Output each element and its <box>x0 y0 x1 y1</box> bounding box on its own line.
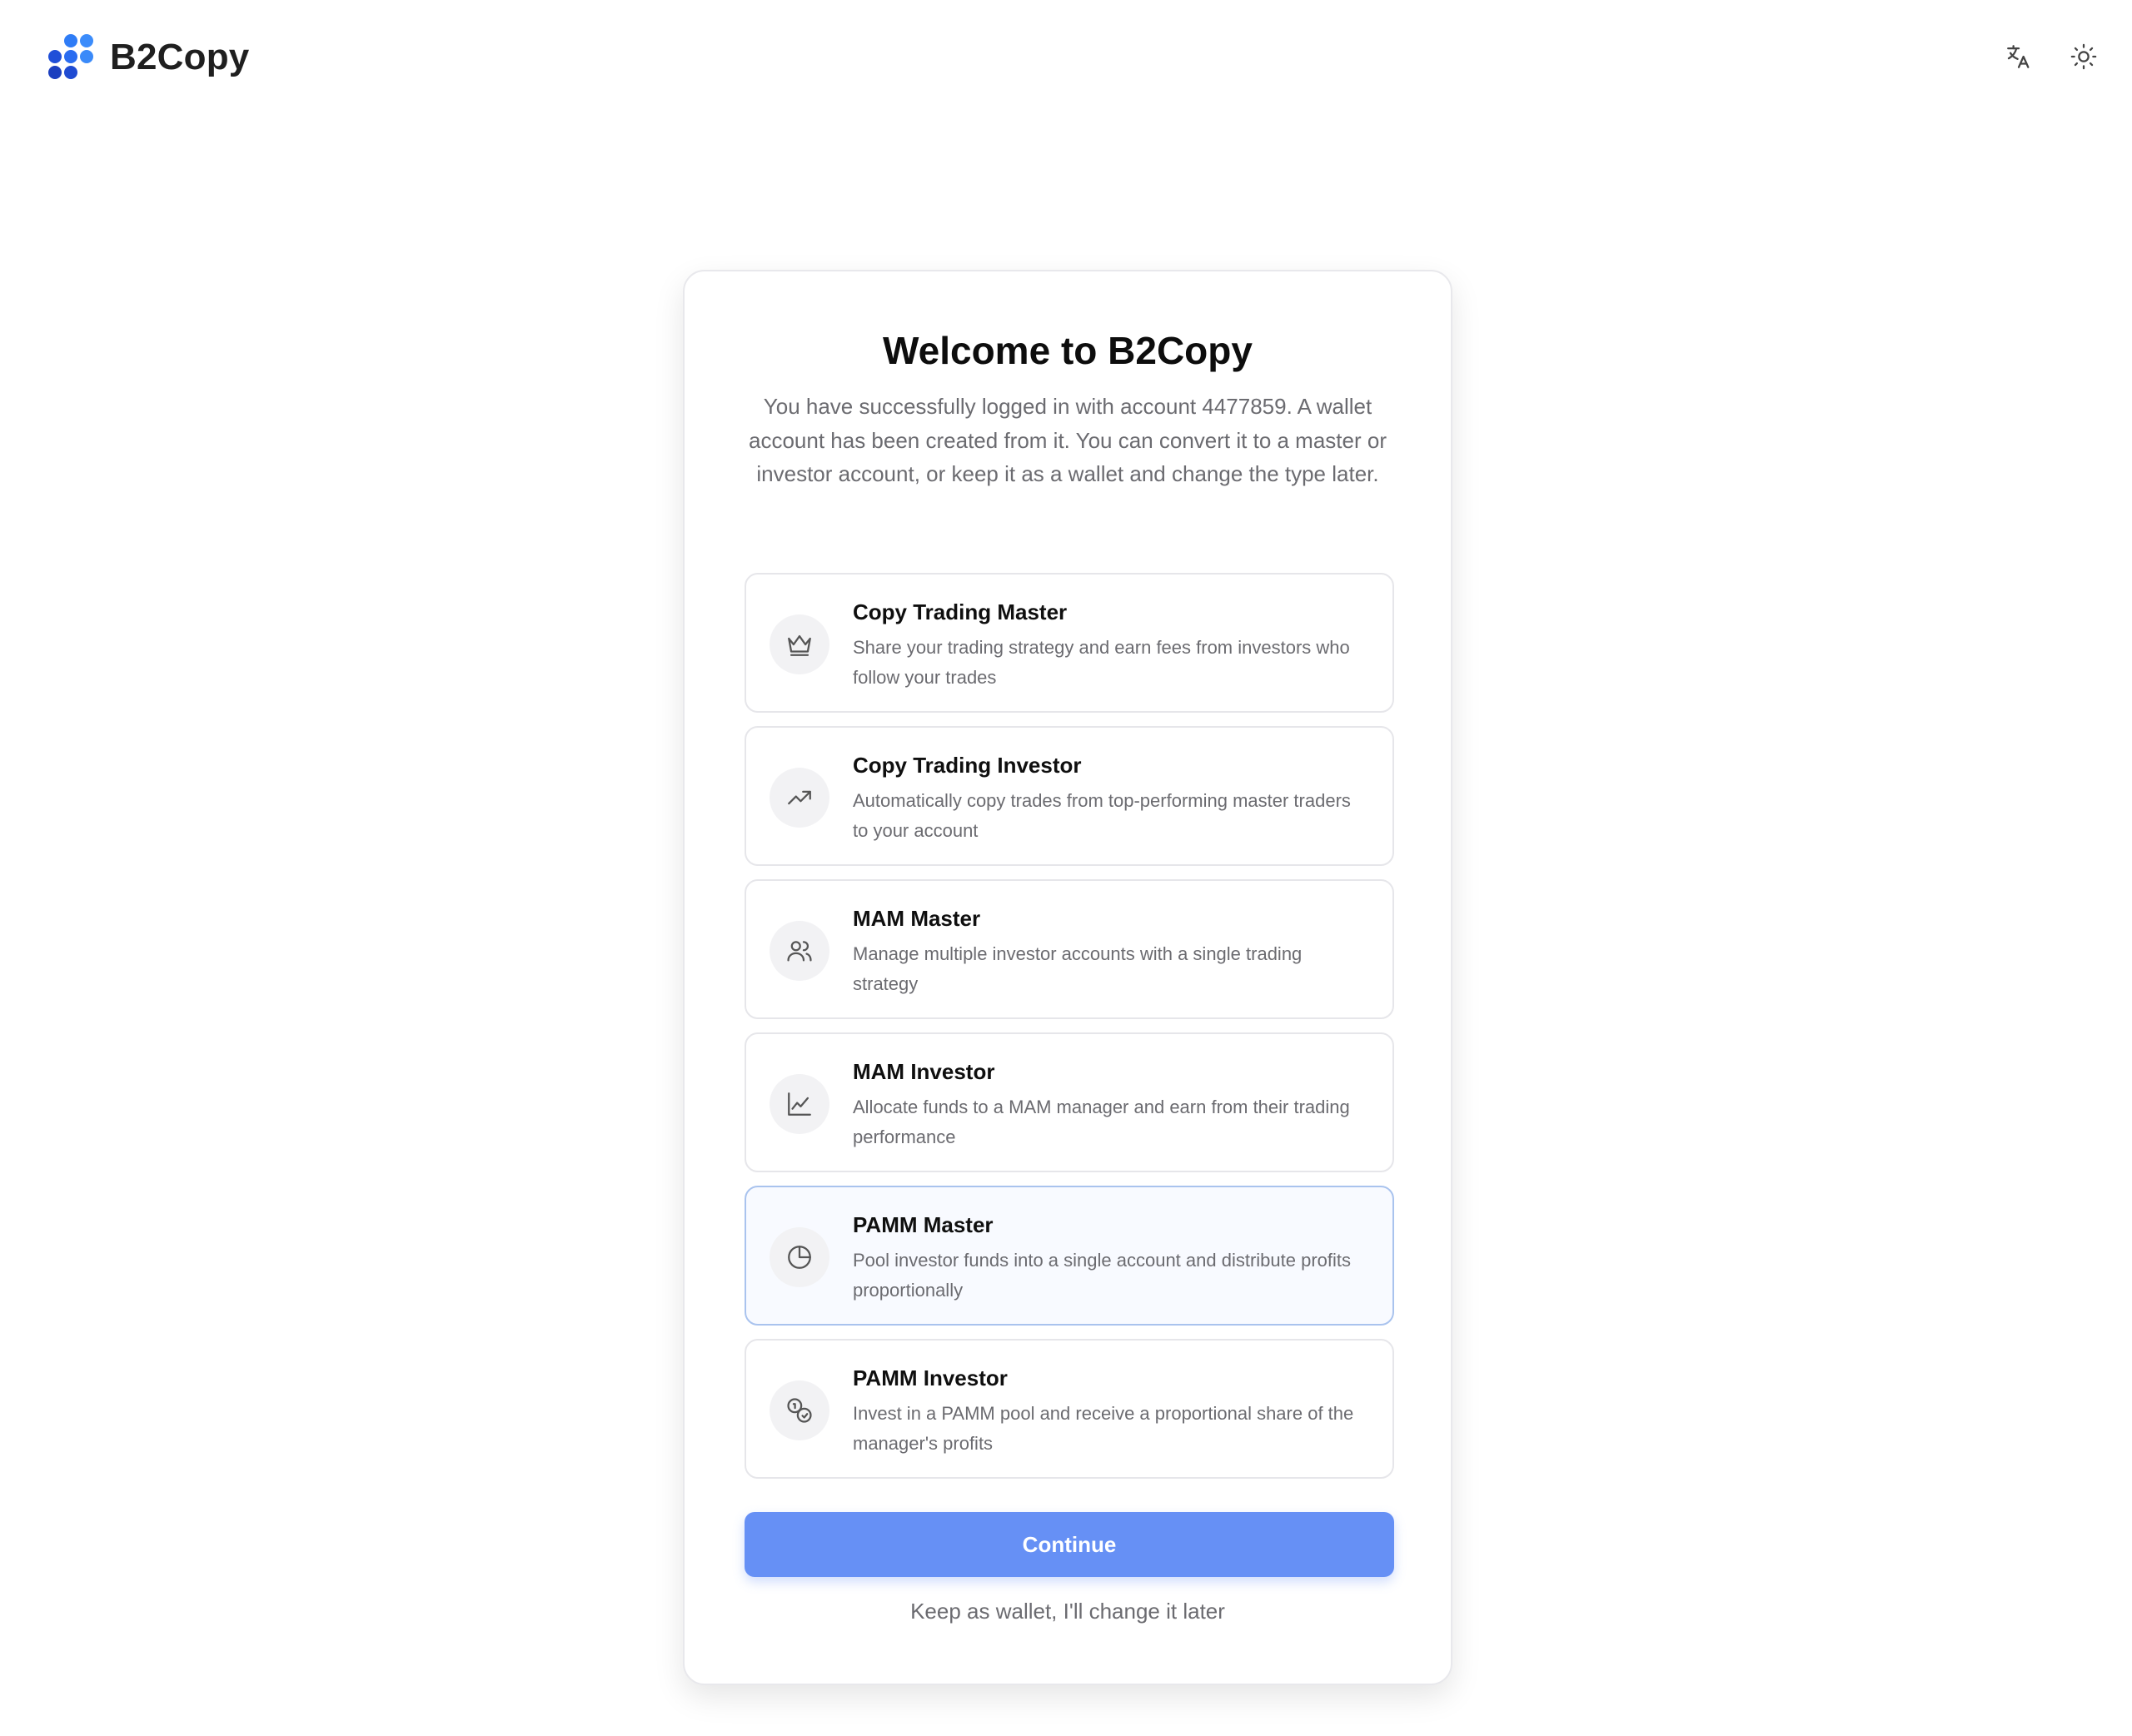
option-icon-wrapper <box>770 768 829 828</box>
option-icon-wrapper <box>770 614 829 674</box>
option-mam-investor[interactable]: MAM Investor Allocate funds to a MAM man… <box>745 1032 1394 1172</box>
brand-logo[interactable]: B2Copy <box>47 33 249 82</box>
pie-chart-icon <box>788 1246 811 1269</box>
option-title: Copy Trading Investor <box>853 753 1082 778</box>
language-button[interactable] <box>2004 42 2034 72</box>
coins-icon <box>787 1398 812 1423</box>
sun-icon <box>2070 43 2097 70</box>
continue-button[interactable]: Continue <box>745 1512 1394 1577</box>
option-description: Pool investor funds into a single accoun… <box>853 1250 1352 1301</box>
welcome-card: Welcome to B2Copy You have successfully … <box>683 270 1452 1685</box>
option-title: Copy Trading Master <box>853 599 1068 624</box>
line-chart-icon <box>788 1092 811 1116</box>
option-pamm-master[interactable]: PAMM Master Pool investor funds into a s… <box>745 1186 1394 1326</box>
top-header: B2Copy <box>0 0 2132 125</box>
option-pamm-investor[interactable]: PAMM Investor Invest in a PAMM pool and … <box>745 1339 1394 1479</box>
crown-icon <box>788 634 811 656</box>
option-description: Manage multiple investor accounts with a… <box>853 943 1303 994</box>
trending-up-icon <box>788 790 811 805</box>
option-description: Share your trading strategy and earn fee… <box>853 637 1350 688</box>
users-icon <box>787 941 812 962</box>
option-copy-trading-investor[interactable]: Copy Trading Investor Automatically copy… <box>745 726 1394 866</box>
option-description: Automatically copy trades from top-perfo… <box>853 790 1351 841</box>
option-description: Allocate funds to a MAM manager and earn… <box>853 1097 1350 1147</box>
account-type-list: Copy Trading Master Share your trading s… <box>745 573 1394 1492</box>
option-icon-wrapper <box>770 1380 829 1440</box>
option-icon-wrapper <box>770 921 829 981</box>
page-title: Welcome to B2Copy <box>883 329 1253 372</box>
option-mam-master[interactable]: MAM Master Manage multiple investor acco… <box>745 879 1394 1019</box>
b2copy-logo-icon <box>48 34 93 79</box>
keep-as-wallet-link[interactable]: Keep as wallet, I'll change it later <box>685 1599 1451 1624</box>
option-title: MAM Investor <box>853 1059 995 1084</box>
option-icon-wrapper <box>770 1074 829 1134</box>
option-title: PAMM Master <box>853 1212 994 1237</box>
welcome-message: You have successfully logged in with acc… <box>749 394 1387 486</box>
theme-toggle-button[interactable] <box>2069 42 2099 72</box>
option-copy-trading-master[interactable]: Copy Trading Master Share your trading s… <box>745 573 1394 713</box>
option-title: MAM Master <box>853 906 981 931</box>
option-description: Invest in a PAMM pool and receive a prop… <box>853 1403 1354 1454</box>
option-icon-wrapper <box>770 1227 829 1287</box>
translate-icon <box>2007 45 2030 68</box>
option-title: PAMM Investor <box>853 1365 1008 1390</box>
brand-name: B2Copy <box>110 37 250 77</box>
